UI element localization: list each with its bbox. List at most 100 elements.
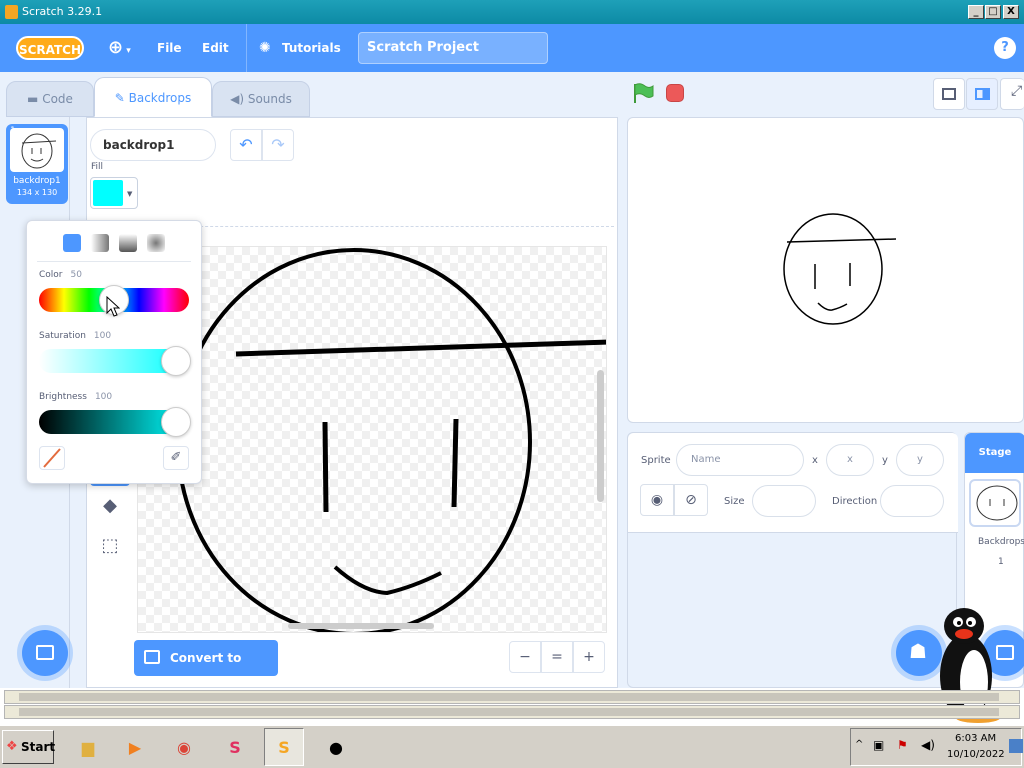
canvas-vertical-scrollbar[interactable]	[597, 370, 604, 502]
normal-stage-button[interactable]	[966, 78, 998, 110]
chrome-app[interactable]: ◉	[164, 728, 204, 766]
fill-color-picker[interactable]: ▼	[90, 177, 138, 209]
zoom-reset-button[interactable]: =	[541, 641, 573, 673]
tab-backdrops[interactable]: ✎ Backdrops	[94, 77, 212, 117]
eyedropper-button[interactable]: ✐	[163, 446, 189, 470]
horizontal-scrollbar-2[interactable]	[4, 705, 1020, 719]
backdrop-thumbnail[interactable]: 1 backdrop1 134 x 130	[6, 124, 68, 204]
hide-sprite-button[interactable]: ⊘	[674, 484, 708, 516]
fill-bucket-icon: ◆	[103, 495, 117, 516]
sublime-icon: S	[229, 738, 241, 757]
direction-input[interactable]	[880, 485, 944, 517]
vertical-gradient-button[interactable]	[119, 234, 137, 252]
saturation-slider-knob[interactable]	[161, 346, 191, 376]
small-stage-icon	[942, 88, 956, 100]
start-button[interactable]: ❖ Start	[2, 730, 56, 764]
no-color-button[interactable]	[39, 446, 65, 470]
media-player-app[interactable]: ▶	[115, 728, 155, 766]
scratch-app[interactable]: S	[264, 728, 304, 766]
code-icon: ▬	[27, 92, 43, 106]
x-label: x	[812, 455, 818, 466]
stage-panel[interactable]	[627, 117, 1024, 423]
eye-icon: ◉	[650, 492, 664, 508]
zoom-out-button[interactable]: −	[509, 641, 541, 673]
green-flag-button[interactable]	[632, 82, 654, 104]
clock-time[interactable]: 6:03 AM	[955, 733, 996, 744]
help-button[interactable]: ?	[994, 37, 1016, 59]
y-input[interactable]: y	[896, 444, 944, 476]
size-label: Size	[724, 496, 745, 507]
scratch-logo[interactable]: SCRATCH	[16, 36, 84, 60]
undo-button[interactable]: ↶	[230, 129, 262, 161]
stage-backdrops-label: Backdrops	[978, 537, 1024, 547]
costume-name-input[interactable]: backdrop1	[90, 129, 216, 161]
image-icon	[36, 645, 54, 660]
menu-bar: SCRATCH ⊕ ▾ File Edit ✺ Tutorials Scratc…	[0, 24, 1024, 72]
add-backdrop-button[interactable]	[22, 630, 68, 676]
stop-button[interactable]	[666, 84, 684, 102]
minimize-button[interactable]: _	[968, 5, 984, 19]
speaker-icon: ◀)	[230, 92, 248, 106]
tab-sounds[interactable]: ◀) Sounds	[212, 81, 310, 117]
window-title-bar: Scratch 3.29.1 _ □ X	[0, 0, 1024, 24]
eyedropper-icon: ✐	[170, 450, 182, 465]
undo-icon: ↶	[239, 135, 253, 154]
tab-code[interactable]: ▬ Code	[6, 81, 94, 117]
x-input[interactable]: x	[826, 444, 874, 476]
redo-button[interactable]: ↷	[262, 129, 294, 161]
fullscreen-icon: ⤢	[1011, 83, 1023, 99]
start-label: Start	[21, 740, 56, 754]
select-arrow-icon: ⬚	[101, 535, 119, 556]
clock-date[interactable]: 10/10/2022	[947, 749, 1005, 760]
tab-backdrops-label: Backdrops	[128, 91, 192, 105]
backdrop-name: backdrop1	[13, 176, 61, 186]
eye-slash-icon: ⊘	[685, 492, 697, 508]
close-button[interactable]: X	[1003, 5, 1019, 19]
globe-icon[interactable]: ⊕ ▾	[108, 24, 131, 72]
saturation-label: Saturation 100	[39, 331, 112, 341]
action-center-icon[interactable]: ⚑	[897, 738, 908, 752]
show-desktop-button[interactable]	[1009, 739, 1023, 753]
solid-fill-button[interactable]	[63, 234, 81, 252]
drawing-canvas[interactable]	[137, 246, 607, 633]
size-input[interactable]	[752, 485, 816, 517]
brightness-label: Brightness 100	[39, 392, 113, 402]
show-sprite-button[interactable]: ◉	[640, 484, 674, 516]
dropdown-caret-icon: ▼	[127, 190, 133, 198]
image-icon	[144, 650, 160, 664]
zoom-in-button[interactable]: +	[573, 641, 605, 673]
small-stage-button[interactable]	[933, 78, 965, 110]
pingu-app[interactable]: ●	[316, 728, 356, 766]
canvas-horizontal-scrollbar[interactable]	[288, 623, 434, 629]
sprite-name-input[interactable]: Name	[676, 444, 804, 476]
chrome-icon: ◉	[177, 738, 191, 757]
windows-logo-icon: ❖	[6, 739, 18, 754]
horizontal-gradient-button[interactable]	[91, 234, 109, 252]
backdrop-preview-image	[10, 128, 64, 172]
tray-expand-icon[interactable]: ^	[855, 739, 863, 750]
volume-icon[interactable]: ◀)	[921, 738, 935, 752]
sublime-app[interactable]: S	[215, 728, 255, 766]
scratch-app-icon	[5, 5, 18, 19]
tutorials-menu[interactable]: Tutorials	[282, 24, 341, 72]
project-title-input[interactable]: Scratch Project	[358, 32, 548, 64]
horizontal-scrollbar-1[interactable]	[4, 690, 1020, 704]
edit-menu[interactable]: Edit	[202, 24, 229, 72]
y-label: y	[882, 455, 888, 466]
maximize-button[interactable]: □	[985, 5, 1001, 19]
select-tool[interactable]: ⬚	[94, 530, 126, 562]
file-menu[interactable]: File	[157, 24, 182, 72]
stage-backdrops-count: 1	[998, 557, 1004, 567]
fullscreen-button[interactable]: ⤢	[1000, 78, 1024, 110]
radial-gradient-button[interactable]	[147, 234, 165, 252]
green-flag-icon	[634, 83, 654, 103]
stage-backdrop-thumbnail[interactable]	[969, 479, 1021, 527]
popover-divider	[37, 261, 191, 262]
file-explorer-app[interactable]: ▆	[68, 728, 108, 766]
toolbar-divider	[140, 226, 614, 227]
convert-to-vector-button[interactable]: Convert to Vector	[134, 640, 278, 701]
fill-bucket-tool[interactable]: ◆	[94, 490, 126, 522]
brightness-slider-knob[interactable]	[161, 407, 191, 437]
paintbrush-icon: ✎	[114, 91, 129, 105]
network-icon[interactable]: ▣	[873, 738, 884, 752]
